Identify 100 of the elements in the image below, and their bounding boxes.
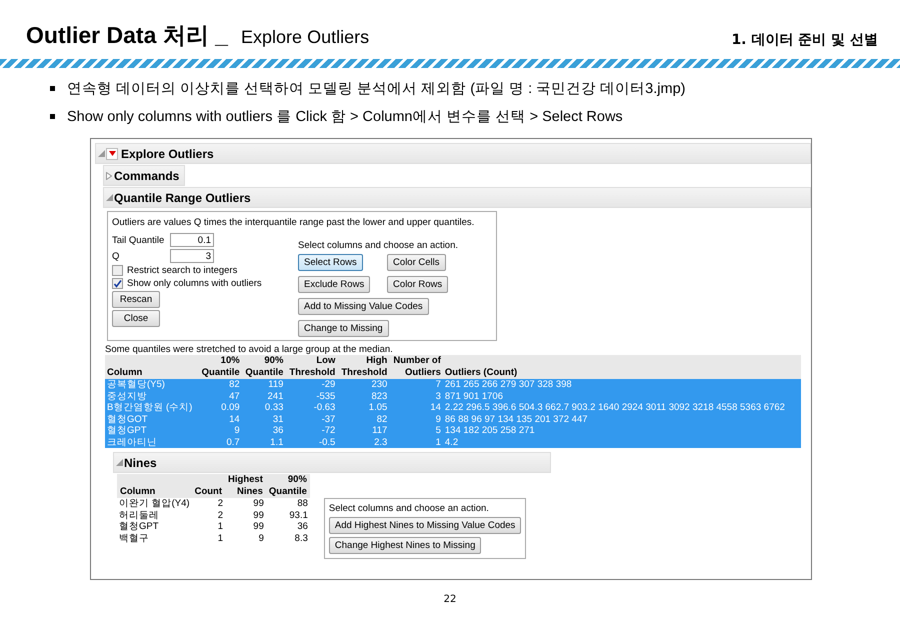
disclosure-icon[interactable] bbox=[104, 194, 114, 201]
table-cell: 134 182 205 258 271 bbox=[442, 425, 801, 436]
disclosure-icon[interactable] bbox=[114, 459, 124, 466]
table-cell: 4.2 bbox=[442, 436, 801, 448]
bullet-icon bbox=[50, 114, 55, 118]
action-button[interactable]: Change Highest Nines to Missing bbox=[328, 537, 482, 554]
table-cell: 9 bbox=[198, 425, 242, 436]
table-cell: 1.05 bbox=[337, 402, 390, 414]
column-header[interactable]: Number of Outliers bbox=[389, 355, 443, 379]
table-cell: 871 901 1706 bbox=[442, 390, 801, 402]
disclosure-icon[interactable] bbox=[104, 172, 114, 180]
checkbox[interactable] bbox=[112, 278, 123, 289]
table-cell: 2 bbox=[192, 498, 226, 510]
table-row[interactable]: 이완기 혈압(Y4) 2 99 88 bbox=[117, 498, 310, 510]
column-header[interactable]: Low Threshold bbox=[285, 355, 338, 379]
table-cell: 119 bbox=[242, 379, 286, 390]
table-cell: 88 bbox=[266, 498, 310, 510]
table-cell: 5 bbox=[389, 425, 443, 436]
column-header[interactable]: Column bbox=[105, 355, 198, 379]
column-header[interactable]: 90% Quantile bbox=[266, 474, 310, 498]
table-cell-text: 백혈구 bbox=[118, 532, 150, 544]
table-cell-text: 8.3 bbox=[294, 532, 309, 544]
table-cell-text: 99 bbox=[252, 521, 265, 532]
bullet-text: Show only columns with outliers 를 Click 함 > Column에서 변수를 선택 > Select Rows bbox=[67, 108, 623, 126]
input-field[interactable]: 0.1 bbox=[170, 233, 214, 247]
table-cell: 99 bbox=[225, 498, 266, 510]
outline-title[interactable]: Nines bbox=[124, 456, 157, 470]
table-cell: 823 bbox=[337, 390, 390, 402]
outline-title[interactable]: Explore Outliers bbox=[121, 146, 214, 160]
action-button[interactable]: Rescan bbox=[112, 291, 160, 308]
checkbox-label[interactable]: Show only columns with outliers bbox=[127, 278, 262, 289]
input-field[interactable]: 3 bbox=[170, 249, 214, 263]
table-cell: 82 bbox=[337, 414, 390, 425]
table-cell-text: 36 bbox=[296, 521, 309, 532]
checkbox[interactable] bbox=[112, 265, 123, 276]
table-cell: 9 bbox=[389, 414, 443, 425]
table-row[interactable]: 혈청GPT 1 99 36 bbox=[117, 521, 310, 532]
table-cell: 0.09 bbox=[198, 402, 242, 414]
menu-icon[interactable] bbox=[106, 148, 118, 160]
table-cell-text: 1 bbox=[216, 532, 224, 544]
column-header[interactable]: High Threshold bbox=[337, 355, 390, 379]
column-header[interactable]: Count bbox=[192, 474, 226, 498]
table-cell: 중성지방 bbox=[105, 390, 198, 402]
slide-subtitle: Explore Outliers bbox=[241, 27, 370, 47]
action-button[interactable]: Exclude Rows bbox=[298, 276, 370, 293]
table-cell: -535 bbox=[285, 390, 338, 402]
table-cell: -72 bbox=[285, 425, 338, 436]
field-label: Tail Quantile bbox=[112, 234, 166, 246]
table-cell: 0.33 bbox=[242, 402, 286, 414]
table-cell: 혈청GPT bbox=[105, 425, 198, 436]
table-cell: -0.63 bbox=[285, 402, 338, 414]
column-header[interactable]: Outliers (Count) bbox=[442, 355, 801, 379]
column-header[interactable]: 10% Quantile bbox=[198, 355, 242, 379]
table-cell-text: 혈청GPT bbox=[118, 521, 160, 532]
disclosure-icon[interactable] bbox=[96, 150, 106, 157]
table-cell: 14 bbox=[389, 402, 443, 414]
action-button[interactable]: Add to Missing Value Codes bbox=[298, 298, 429, 315]
table-cell-text: 이완기 혈압(Y4) bbox=[118, 498, 191, 510]
table-cell: 261 265 266 279 307 328 398 bbox=[442, 379, 801, 390]
table-cell-text: 허리둘레 bbox=[118, 510, 160, 521]
description-text: Outliers are values Q times the interquantile range past the lower and upper quantiles. bbox=[112, 217, 474, 228]
table-cell: 1 bbox=[389, 436, 443, 448]
table-cell: -0.5 bbox=[285, 436, 338, 448]
section-label: 1. 데이터 준비 및 선별 bbox=[731, 31, 878, 49]
hint-text: Select columns and choose an action. bbox=[328, 503, 489, 514]
action-button[interactable]: Color Cells bbox=[387, 254, 446, 271]
table-cell: -37 bbox=[285, 414, 338, 425]
outline-title[interactable]: Quantile Range Outliers bbox=[114, 190, 251, 204]
page-number: 22 bbox=[442, 594, 458, 605]
table-row[interactable]: 허리둘레 2 99 93.1 bbox=[117, 510, 310, 521]
column-header[interactable]: Highest Nines bbox=[225, 474, 266, 498]
table-cell: B형간염항원 (수치) bbox=[105, 402, 198, 414]
table-cell-text: 99 bbox=[252, 510, 265, 521]
field-label: Q bbox=[112, 250, 120, 262]
table-cell: 230 bbox=[337, 379, 390, 390]
action-button[interactable]: Select Rows bbox=[298, 254, 363, 271]
slide-title: Outlier Data 처리 _ bbox=[26, 22, 228, 48]
bullet-icon bbox=[50, 86, 55, 90]
table-cell-text: 1 bbox=[216, 521, 224, 532]
action-button[interactable]: Add Highest Nines to Missing Value Codes bbox=[328, 517, 522, 534]
action-button[interactable]: Close bbox=[112, 310, 160, 327]
table-cell: 공복혈당(Y5) bbox=[105, 379, 198, 390]
table-cell: 3 bbox=[389, 390, 443, 402]
table-cell: 117 bbox=[337, 425, 390, 436]
table-cell-text: 9 bbox=[258, 532, 265, 544]
table-cell: 86 88 96 97 134 135 201 372 447 bbox=[442, 414, 801, 425]
column-header[interactable]: 90% Quantile bbox=[242, 355, 286, 379]
hint-text: Select columns and choose an action. bbox=[298, 240, 458, 251]
table-row[interactable]: 백혈구 1 9 8.3 bbox=[117, 532, 310, 544]
action-button[interactable]: Color Rows bbox=[387, 276, 448, 293]
table-cell: -29 bbox=[285, 379, 338, 390]
table-cell: 2.3 bbox=[337, 436, 390, 448]
table-cell: 2.22 296.5 396.6 504.3 662.7 903.2 1640 2924 3011 3092 3218 4558 5363 6762 bbox=[442, 402, 801, 414]
checkbox-label[interactable]: Restrict search to integers bbox=[127, 265, 238, 276]
table-cell: 혈청GOT bbox=[105, 414, 198, 425]
bullet-text: 연속형 데이터의 이상치를 선택하여 모델링 분석에서 제외함 (파일 명 : 국민건강 데이터3.jmp) bbox=[67, 80, 686, 98]
table-cell: 크레아티닌 bbox=[105, 436, 198, 448]
column-header[interactable]: Column bbox=[117, 474, 192, 498]
action-button[interactable]: Change to Missing bbox=[298, 320, 389, 337]
note-text: Some quantiles were stretched to avoid a large group at the median. bbox=[105, 344, 394, 355]
